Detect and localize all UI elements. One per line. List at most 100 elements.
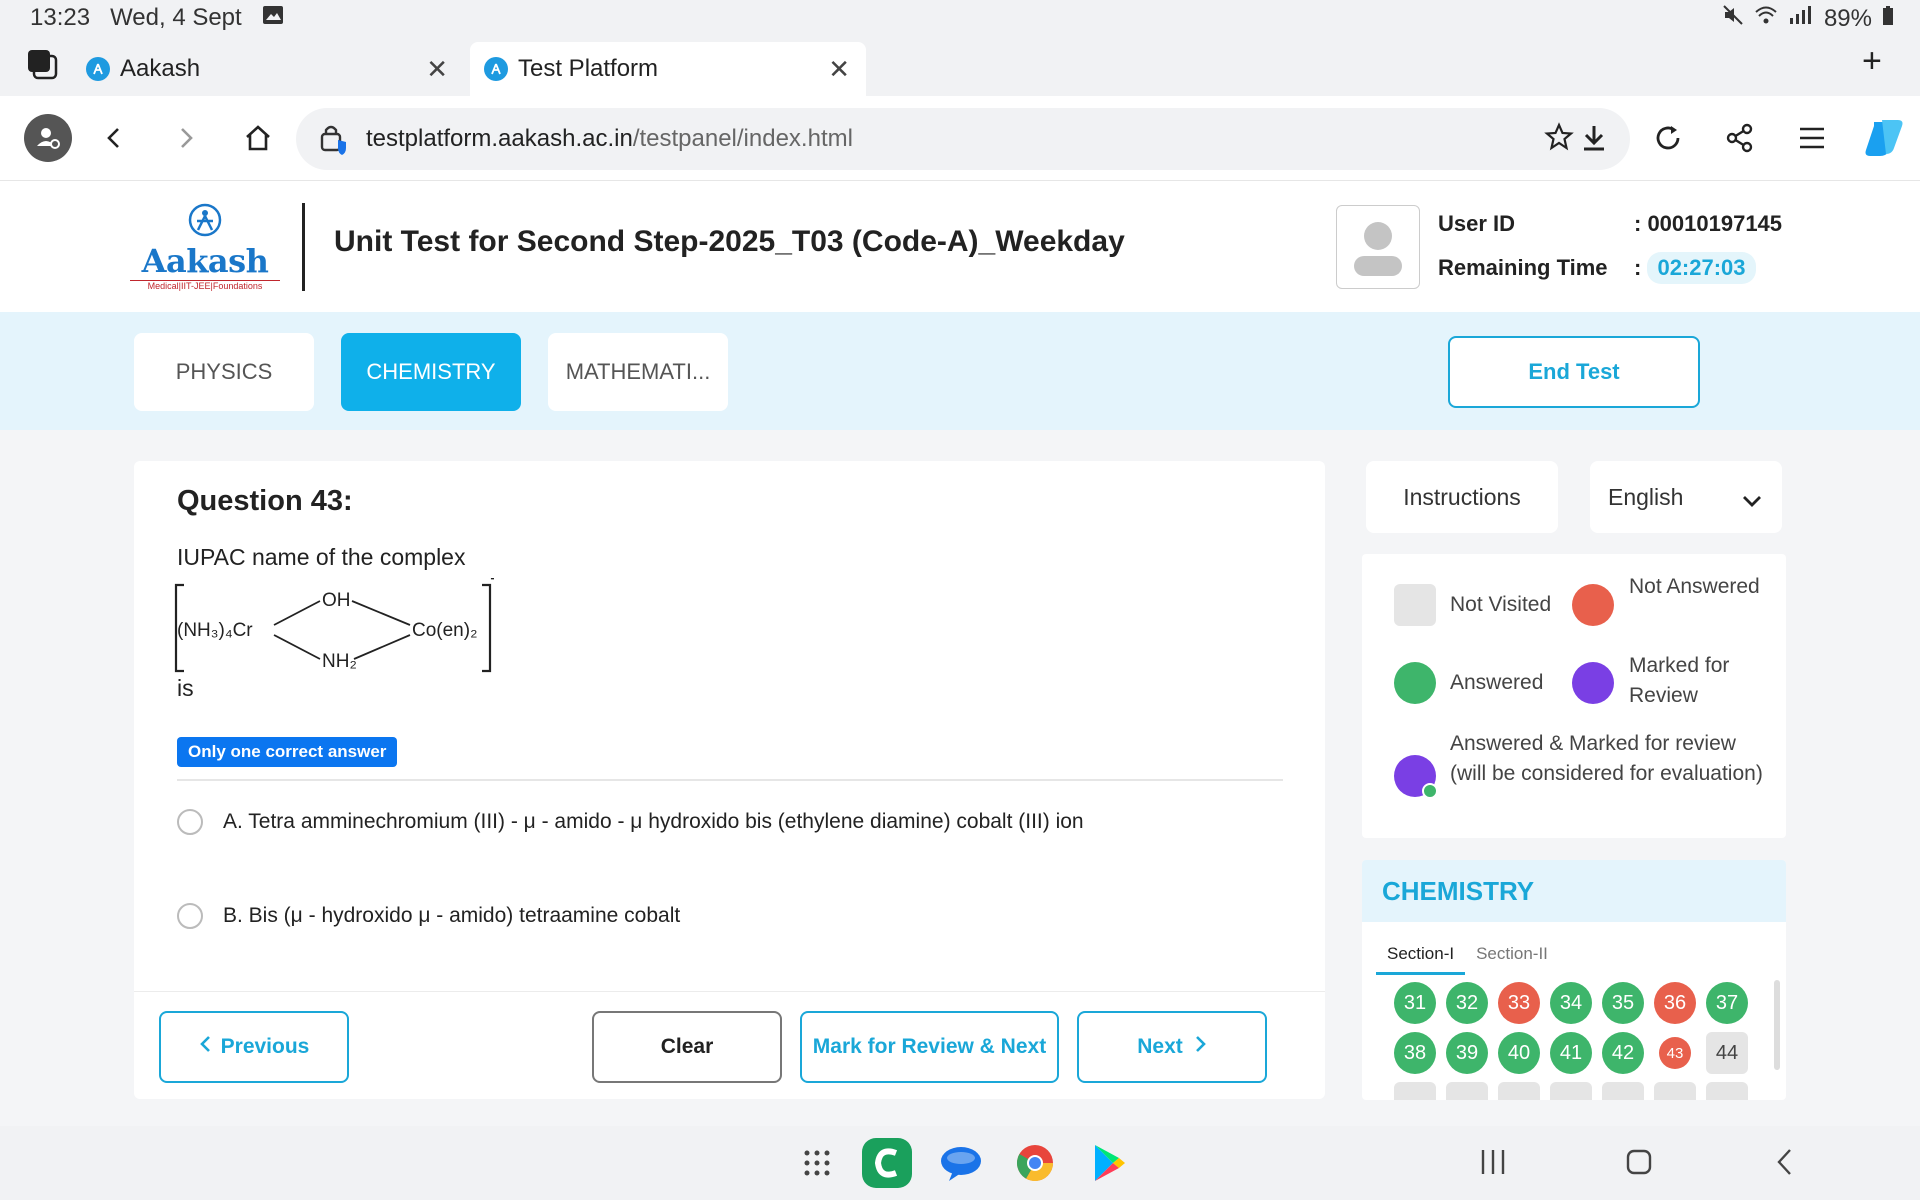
previous-button[interactable]: Previous: [159, 1011, 349, 1083]
date: Wed, 4 Sept: [110, 4, 242, 31]
site-security-icon[interactable]: [318, 122, 350, 163]
tab-section-2[interactable]: Section-II: [1465, 938, 1559, 975]
back-nav-icon[interactable]: [1772, 1146, 1798, 1183]
aakash-favicon-icon: [484, 57, 508, 81]
palette-question-32[interactable]: 32: [1446, 982, 1488, 1024]
legend-answered: Answered: [1450, 671, 1544, 694]
palette-scrollbar[interactable]: [1774, 980, 1780, 1070]
language-value: English: [1608, 483, 1684, 510]
tab-mathematics[interactable]: MATHEMATI...: [548, 333, 728, 411]
radio-button[interactable]: [177, 903, 203, 929]
forward-icon[interactable]: [162, 114, 210, 162]
tab-test-platform[interactable]: Test Platform ✕: [470, 42, 866, 96]
aakash-favicon-icon: [86, 57, 110, 81]
palette-question-37[interactable]: 37: [1706, 982, 1748, 1024]
user-id-value: : 00010197145: [1634, 211, 1783, 236]
home-nav-icon[interactable]: [1624, 1146, 1654, 1183]
palette-question-33[interactable]: 33: [1498, 982, 1540, 1024]
tab-switcher-icon[interactable]: [26, 48, 60, 87]
language-select[interactable]: English: [1590, 461, 1782, 533]
palette-question-hidden[interactable]: [1706, 1082, 1748, 1100]
palette-question-hidden[interactable]: [1602, 1082, 1644, 1100]
reload-icon[interactable]: [1644, 114, 1692, 162]
classplus-app-icon[interactable]: [862, 1138, 912, 1188]
not-visited-swatch: [1394, 584, 1436, 626]
instructions-button[interactable]: Instructions: [1366, 461, 1558, 533]
copilot-icon[interactable]: [1860, 114, 1908, 162]
close-icon[interactable]: ✕: [828, 54, 850, 85]
new-tab-icon[interactable]: +: [1862, 42, 1882, 81]
palette-question-44[interactable]: 44: [1706, 1032, 1748, 1074]
tab-physics[interactable]: PHYSICS: [134, 333, 314, 411]
gallery-icon: [262, 4, 284, 33]
header-divider: [302, 203, 305, 291]
home-icon[interactable]: [234, 114, 282, 162]
structure-right-group: Co(en)₂: [412, 620, 477, 641]
remaining-time-label: Remaining Time: [1438, 255, 1608, 280]
palette-question-hidden[interactable]: [1446, 1082, 1488, 1100]
palette-question-39[interactable]: 39: [1446, 1032, 1488, 1074]
palette-question-hidden[interactable]: [1498, 1082, 1540, 1100]
palette-question-34[interactable]: 34: [1550, 982, 1592, 1024]
chrome-app-icon[interactable]: [1010, 1138, 1060, 1188]
palette-question-43[interactable]: 43: [1659, 1037, 1691, 1069]
address-bar[interactable]: testplatform.aakash.ac.in/testpanel/inde…: [296, 108, 1630, 170]
back-icon[interactable]: [90, 114, 138, 162]
user-avatar: [1336, 205, 1420, 289]
end-test-button[interactable]: End Test: [1448, 336, 1700, 408]
aakash-emblem-icon: [188, 203, 222, 237]
option-b[interactable]: B. Bis (μ - hydroxido μ - amido) tetraam…: [177, 903, 680, 929]
profile-icon[interactable]: [24, 114, 72, 162]
share-icon[interactable]: [1716, 114, 1764, 162]
tab-section-1[interactable]: Section-I: [1376, 938, 1466, 975]
question-panel: Question 43: IUPAC name of the complex (…: [134, 461, 1325, 1099]
play-store-app-icon[interactable]: [1084, 1138, 1134, 1188]
palette-question-hidden[interactable]: [1654, 1082, 1696, 1100]
remaining-time-colon: :: [1634, 255, 1642, 280]
clear-button[interactable]: Clear: [592, 1011, 782, 1083]
check-badge-icon: [1422, 783, 1438, 799]
user-silhouette-icon: [1354, 222, 1402, 276]
structure-bridge-top: OH: [322, 590, 351, 611]
chevron-left-icon: [199, 1035, 211, 1059]
countdown-timer: 02:27:03: [1647, 252, 1756, 284]
next-label: Next: [1137, 1035, 1183, 1058]
palette-question-31[interactable]: 31: [1394, 982, 1436, 1024]
legend-marked-for-review: Marked for Review: [1629, 654, 1730, 707]
tab-aakash[interactable]: Aakash ✕: [72, 42, 464, 96]
close-icon[interactable]: ✕: [426, 54, 448, 85]
recent-apps-icon[interactable]: [1478, 1146, 1508, 1183]
palette-question-hidden[interactable]: [1550, 1082, 1592, 1100]
legend-not-visited: Not Visited: [1450, 593, 1552, 616]
remaining-time: : 02:27:03: [1634, 252, 1756, 284]
mark-for-review-next-button[interactable]: Mark for Review & Next: [800, 1011, 1059, 1083]
tab-chemistry[interactable]: CHEMISTRY: [341, 333, 521, 411]
radio-button[interactable]: [177, 809, 203, 835]
download-icon[interactable]: [1570, 114, 1618, 162]
palette-question-35[interactable]: 35: [1602, 982, 1644, 1024]
question-text-suffix: is: [177, 675, 194, 701]
test-header: Aakash Medical|IIT-JEE|Foundations Unit …: [0, 180, 1920, 312]
next-button[interactable]: Next: [1077, 1011, 1267, 1083]
signal-icon: [1788, 4, 1814, 33]
question-number: Question 43:: [177, 485, 353, 517]
palette-question-42[interactable]: 42: [1602, 1032, 1644, 1074]
previous-label: Previous: [220, 1035, 310, 1058]
wifi-icon: [1754, 4, 1778, 33]
palette-question-40[interactable]: 40: [1498, 1032, 1540, 1074]
palette-question-hidden[interactable]: [1394, 1082, 1436, 1100]
test-title: Unit Test for Second Step-2025_T03 (Code…: [334, 225, 1125, 258]
tab-title: Test Platform: [518, 55, 659, 82]
palette-question-41[interactable]: 41: [1550, 1032, 1592, 1074]
logo-tagline: Medical|IIT-JEE|Foundations: [130, 280, 280, 291]
palette-question-38[interactable]: 38: [1394, 1032, 1436, 1074]
app-drawer-icon[interactable]: [792, 1138, 842, 1188]
question-text: IUPAC name of the complex: [177, 544, 466, 570]
url-domain: testplatform.aakash.ac.in: [366, 125, 633, 152]
messages-app-icon[interactable]: [936, 1138, 986, 1188]
option-a[interactable]: A. Tetra amminechromium (III) - μ - amid…: [177, 809, 1084, 835]
palette-question-36[interactable]: 36: [1654, 982, 1696, 1024]
menu-icon[interactable]: [1788, 114, 1836, 162]
marked-for-review-swatch: [1572, 662, 1614, 704]
legend-answered-marked: Answered & Marked for review (will be co…: [1450, 732, 1763, 785]
